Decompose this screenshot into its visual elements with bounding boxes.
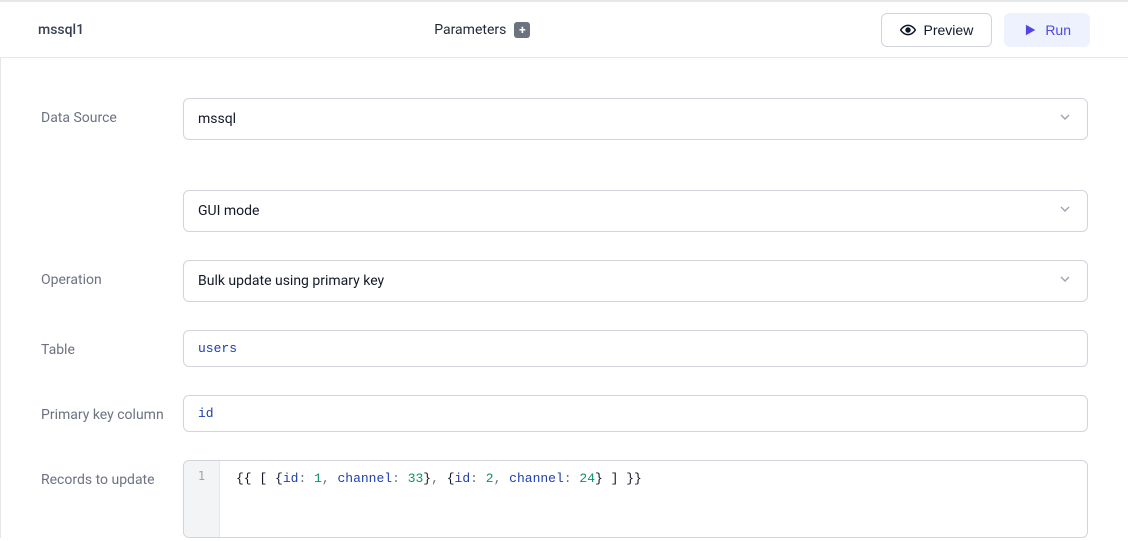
records-code-editor[interactable]: 1 {{ [ {id: 1, channel: 33}, {id: 2, cha… (183, 460, 1088, 538)
data-source-select[interactable]: mssql (183, 98, 1088, 140)
row-records: Records to update 1 {{ [ {id: 1, channel… (41, 460, 1088, 538)
data-source-label: Data Source (41, 98, 183, 129)
chevron-down-icon (1057, 201, 1073, 221)
records-label: Records to update (41, 460, 183, 491)
row-operation: Operation Bulk update using primary key (41, 260, 1088, 302)
primary-key-label: Primary key column (41, 395, 183, 426)
mode-select[interactable]: GUI mode (183, 190, 1088, 232)
row-mode: GUI mode (41, 190, 1088, 232)
run-label: Run (1045, 22, 1071, 38)
chevron-down-icon (1057, 271, 1073, 291)
data-source-value: mssql (198, 111, 236, 127)
line-number: 1 (184, 469, 219, 483)
code-gutter: 1 (184, 461, 220, 537)
header-center: Parameters + (84, 22, 880, 38)
mode-label (41, 190, 183, 200)
query-name[interactable]: mssql1 (38, 22, 84, 38)
row-primary-key: Primary key column (41, 395, 1088, 432)
row-data-source: Data Source mssql (41, 98, 1088, 140)
preview-label: Preview (924, 22, 974, 38)
header-actions: Preview Run (881, 13, 1090, 47)
header: mssql1 Parameters + Preview Run (0, 2, 1128, 58)
operation-select[interactable]: Bulk update using primary key (183, 260, 1088, 302)
parameters-label: Parameters (434, 22, 506, 38)
row-table: Table (41, 330, 1088, 367)
play-icon (1023, 23, 1037, 37)
table-label: Table (41, 330, 183, 361)
preview-button[interactable]: Preview (881, 13, 993, 47)
add-parameter-icon[interactable]: + (514, 22, 530, 38)
primary-key-input[interactable] (183, 395, 1088, 432)
operation-label: Operation (41, 260, 183, 291)
table-input[interactable] (183, 330, 1088, 367)
run-button[interactable]: Run (1004, 13, 1090, 47)
form-content: Data Source mssql GUI mode Operation (0, 58, 1128, 538)
chevron-down-icon (1057, 109, 1073, 129)
operation-value: Bulk update using primary key (198, 273, 384, 289)
eye-icon (900, 22, 916, 38)
code-content[interactable]: {{ [ {id: 1, channel: 33}, {id: 2, chann… (220, 461, 1087, 537)
mode-value: GUI mode (198, 203, 259, 219)
